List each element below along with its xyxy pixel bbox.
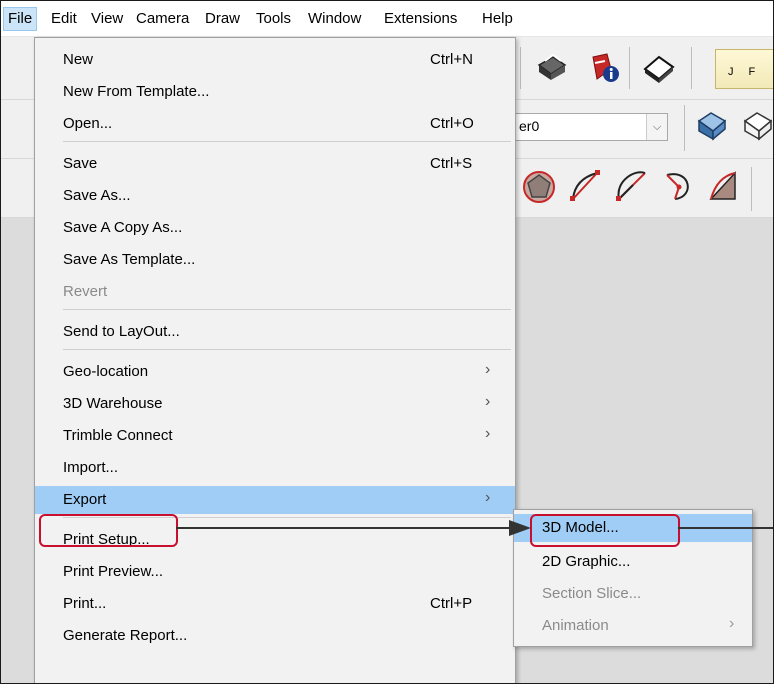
annotation-arrows: [176, 520, 773, 536]
sketchup-window: File Edit View Camera Draw Tools Window …: [0, 0, 774, 684]
arrow-head: [509, 520, 531, 536]
